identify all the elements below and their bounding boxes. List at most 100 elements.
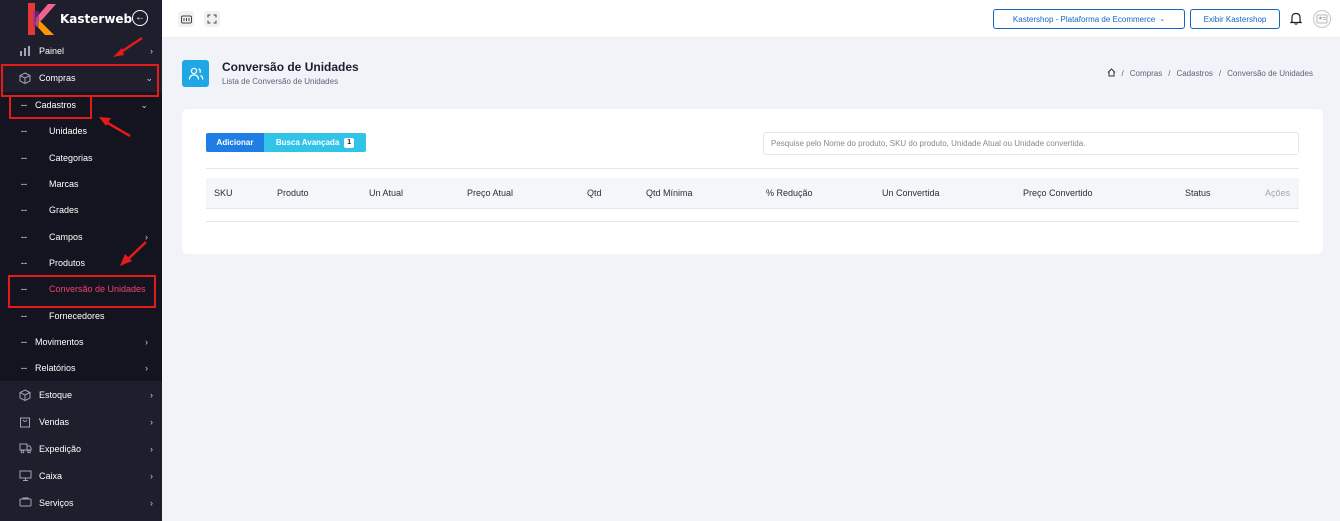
annotation-arrow-icon (99, 117, 131, 138)
sidebar-item-marcas[interactable]: -- Marcas (0, 171, 162, 197)
page-title: Conversão de Unidades (222, 60, 359, 74)
sidebar-item-estoque[interactable]: Estoque › (0, 381, 162, 408)
users-icon (182, 60, 209, 87)
user-avatar[interactable] (1313, 10, 1331, 28)
item-prefix: -- (21, 126, 27, 137)
sidebar-item-label: Vendas (39, 416, 70, 427)
column-header-un-convertida[interactable]: Un Convertida (882, 188, 940, 198)
sidebar-item-servicos[interactable]: Serviços › (0, 489, 162, 516)
cart-icon (18, 416, 32, 428)
sidebar-item-movimentos[interactable]: -- Movimentos › (0, 329, 162, 355)
brand-name: Kasterweb (60, 12, 133, 26)
filter-count-badge: 1 (344, 137, 355, 148)
annotation-box-conversao (8, 275, 156, 308)
table-footer-divider (206, 221, 1299, 222)
column-header-acoes: Ações (1265, 188, 1291, 198)
sidebar-item-expedicao[interactable]: Expedição › (0, 435, 162, 462)
breadcrumb: / Compras / Cadastros / Conversão de Uni… (1107, 68, 1313, 79)
item-prefix: -- (21, 231, 27, 242)
sidebar-item-label: Categorias (49, 152, 93, 163)
sidebar-item-label: Unidades (49, 126, 88, 137)
sidebar-item-label: Relatórios (35, 363, 76, 374)
collapse-sidebar-icon[interactable]: ← (132, 10, 148, 26)
column-header-reducao[interactable]: % Redução (766, 188, 813, 198)
column-header-qtd[interactable]: Qtd (587, 188, 602, 198)
busca-avancada-label: Busca Avançada (275, 138, 340, 147)
list-card: Adicionar Busca Avançada 1 SKU Produto U… (182, 109, 1323, 254)
breadcrumb-separator: / (1121, 69, 1124, 78)
sidebar-item-grades[interactable]: -- Grades (0, 197, 162, 223)
breadcrumb-separator: / (1218, 69, 1222, 78)
monitor-icon (18, 470, 32, 482)
sidebar-item-relatorios[interactable]: -- Relatórios › (0, 355, 162, 381)
sidebar-item-label: Painel (39, 46, 65, 56)
compras-submenu: -- Cadastros ⌄ -- Unidades -- Categorias… (0, 92, 162, 382)
item-prefix: -- (21, 205, 27, 216)
home-icon[interactable] (1107, 68, 1116, 79)
busca-avancada-button[interactable]: Busca Avançada 1 (264, 133, 366, 152)
chevron-right-icon: › (150, 470, 153, 481)
annotation-arrow-icon (120, 241, 147, 266)
sidebar-item-label: Campos (49, 231, 83, 242)
breadcrumb-cadastros[interactable]: Cadastros (1176, 69, 1212, 78)
chevron-down-icon: ⌄ (1159, 16, 1166, 23)
table-header: SKU Produto Un Atual Preço Atual Qtd Qtd… (206, 178, 1299, 209)
chevron-right-icon: › (145, 363, 148, 374)
column-header-un-atual[interactable]: Un Atual (369, 188, 403, 198)
breadcrumb-compras[interactable]: Compras (1130, 69, 1162, 78)
column-header-produto[interactable]: Produto (277, 188, 309, 198)
item-prefix: -- (21, 310, 27, 321)
keyboard-shortcut-icon[interactable] (178, 11, 194, 27)
sidebar-item-unidades[interactable]: -- Unidades (0, 118, 162, 144)
item-prefix: -- (21, 152, 27, 163)
tools-icon (18, 497, 32, 509)
sidebar-item-vendas[interactable]: Vendas › (0, 408, 162, 435)
sidebar-item-label: Produtos (49, 257, 86, 268)
column-header-preco-atual[interactable]: Preço Atual (467, 188, 513, 198)
column-header-preco-convertido[interactable]: Preço Convertido (1023, 188, 1093, 198)
chevron-right-icon: › (145, 336, 148, 347)
chevron-right-icon: › (150, 443, 153, 454)
item-prefix: -- (21, 179, 27, 190)
item-prefix: -- (21, 336, 27, 347)
fullscreen-icon[interactable] (204, 11, 220, 27)
page-subtitle: Lista de Conversão de Unidades (222, 77, 339, 86)
sidebar-item-label: Marcas (49, 179, 79, 190)
sidebar-item-caixa[interactable]: Caixa › (0, 462, 162, 489)
breadcrumb-separator: / (1168, 69, 1171, 78)
exibir-kastershop-button[interactable]: Exibir Kastershop (1190, 9, 1280, 29)
annotation-arrow-icon (113, 36, 143, 57)
notification-bell-icon[interactable] (1289, 12, 1303, 28)
chevron-right-icon: › (150, 389, 153, 400)
topbar: Kastershop - Plataforma de Ecommerce ⌄ E… (162, 0, 1340, 38)
search-input[interactable] (763, 132, 1299, 155)
sidebar-item-label: Expedição (39, 443, 82, 454)
sidebar-item-label: Fornecedores (49, 310, 105, 321)
column-header-qtd-minima[interactable]: Qtd Mínima (646, 188, 693, 198)
sidebar-item-label: Estoque (39, 389, 73, 400)
kasterweb-logo (28, 3, 56, 35)
sidebar-item-label: Movimentos (35, 336, 84, 347)
chevron-right-icon: › (150, 46, 153, 56)
column-header-status[interactable]: Status (1185, 188, 1211, 198)
store-select-label: Kastershop - Plataforma de Ecommerce (1012, 14, 1156, 24)
divider (206, 168, 1299, 169)
breadcrumb-current: Conversão de Unidades (1227, 69, 1313, 78)
chevron-right-icon: › (150, 416, 153, 427)
bar-chart-icon (18, 45, 32, 57)
chevron-right-icon: › (150, 497, 153, 508)
column-header-sku[interactable]: SKU (214, 188, 233, 198)
sidebar-item-categorias[interactable]: -- Categorias (0, 145, 162, 171)
chevron-down-icon: ⌄ (140, 99, 148, 110)
store-select-button[interactable]: Kastershop - Plataforma de Ecommerce ⌄ (993, 9, 1185, 29)
sidebar-item-label: Grades (49, 205, 79, 216)
item-prefix: -- (21, 257, 27, 268)
sidebar-item-label: Caixa (39, 470, 63, 481)
item-prefix: -- (21, 363, 27, 374)
brand: Kasterweb ← (0, 0, 162, 38)
truck-icon (18, 443, 32, 455)
sidebar-item-label: Serviços (39, 497, 74, 508)
annotation-box-cadastros (9, 95, 92, 119)
adicionar-button[interactable]: Adicionar (206, 133, 264, 152)
cube-icon (18, 389, 32, 401)
